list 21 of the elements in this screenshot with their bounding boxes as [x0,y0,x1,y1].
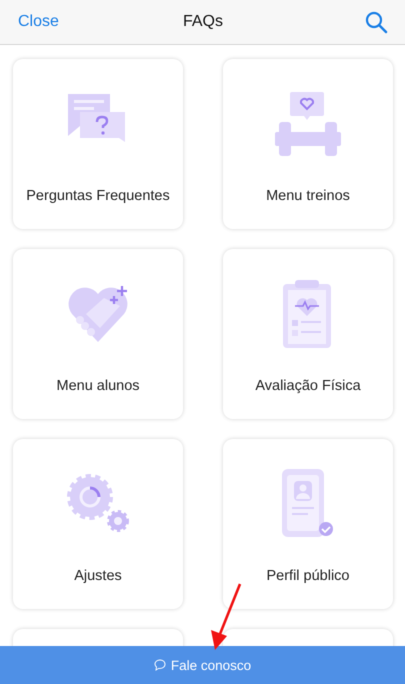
gears-icon [64,473,132,535]
card-label: Avaliação Física [255,378,361,394]
page-title: FAQs [182,13,223,31]
faq-card[interactable]: Menu treinos [223,59,393,229]
phone-profile-icon [282,469,334,539]
card-label: Menu alunos [56,378,140,394]
faq-card[interactable]: Perfil público [223,439,393,609]
close-link[interactable]: Close [18,13,59,31]
card-label: Ajustes [74,568,122,584]
heart-handshake-icon [66,284,130,344]
card-label: Perfil público [266,568,350,584]
card-label: Menu treinos [266,188,350,204]
faq-card[interactable]: Menu alunos [13,249,183,419]
faq-card[interactable]: Avaliação Física [223,249,393,419]
dumbbell-icon [275,92,341,156]
card-label: Perguntas Frequentes [26,188,170,204]
search-icon[interactable] [364,10,388,34]
faq-card[interactable]: Ajustes [13,439,183,609]
faq-card[interactable]: Perguntas Frequentes [13,59,183,229]
clipboard-icon [283,280,333,348]
speech-bubble-icon [154,659,166,671]
